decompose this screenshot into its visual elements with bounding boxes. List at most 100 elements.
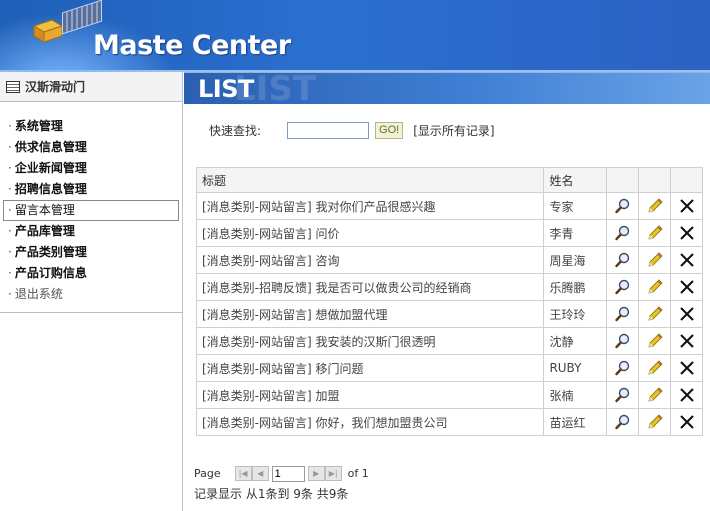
edit-button[interactable]	[638, 192, 672, 220]
sidebar-nav: · 系统管理 · 供求信息管理 · 企业新闻管理 · 招聘信息管理 · 留言本管理 · 产品…	[0, 102, 182, 305]
edit-button[interactable]	[638, 219, 672, 247]
magnifier-icon	[614, 387, 632, 403]
magnifier-icon	[614, 225, 632, 241]
x-icon	[678, 307, 696, 321]
x-icon	[678, 415, 696, 429]
sidebar-item-logout[interactable]: · 退出系统	[0, 284, 182, 305]
app-header: Maste Center	[0, 0, 710, 72]
edit-button[interactable]	[638, 246, 672, 274]
sidebar-item-categories[interactable]: · 产品类别管理	[0, 242, 182, 263]
x-icon	[678, 280, 696, 294]
table-row: [消息类别-网站留言] 移门问题 RUBY	[195, 354, 703, 382]
pencil-icon	[646, 360, 664, 375]
col-delete-header	[670, 167, 703, 193]
delete-button[interactable]	[670, 354, 703, 382]
edit-button[interactable]	[638, 327, 672, 355]
table-row: [消息类别-网站留言] 想做加盟代理 王玲玲	[195, 300, 703, 328]
page-title: LIST	[198, 75, 254, 103]
last-page-button[interactable]: ▶|	[324, 466, 342, 481]
page-label: Page	[194, 467, 221, 480]
menu-list-icon	[6, 80, 20, 93]
show-all-link[interactable]: [显示所有记录]	[413, 122, 494, 139]
view-button[interactable]	[606, 246, 640, 274]
pager: Page |◀ ◀ ▶ ▶| of 1	[194, 465, 369, 482]
message-table: 标题 姓名 [消息类别-网站留言] 我对你们产品很感兴趣 专家 [消息类别-网站留言…	[195, 167, 703, 436]
view-button[interactable]	[606, 192, 640, 220]
view-button[interactable]	[606, 300, 640, 328]
edit-button[interactable]	[638, 381, 672, 409]
row-name: 张楠	[543, 381, 608, 409]
prev-page-button[interactable]: ◀	[251, 466, 269, 481]
sidebar-item-products[interactable]: · 产品库管理	[0, 221, 182, 242]
sidebar-item-supply[interactable]: · 供求信息管理	[0, 137, 182, 158]
sidebar-divider	[0, 312, 183, 313]
sidebar-item-system[interactable]: · 系统管理	[0, 116, 182, 137]
row-name: 苗运红	[543, 408, 608, 436]
row-title[interactable]: [消息类别-网站留言] 我安装的汉斯门很透明	[195, 327, 545, 355]
table-row: [消息类别-网站留言] 咨询 周星海	[195, 246, 703, 274]
view-button[interactable]	[606, 381, 640, 409]
row-name: 沈静	[543, 327, 608, 355]
app-title: Maste Center	[93, 30, 291, 61]
sidebar-heading: 汉斯滑动门	[25, 80, 86, 94]
pencil-icon	[646, 333, 664, 348]
row-title[interactable]: [消息类别-网站留言] 我对你们产品很感兴趣	[195, 192, 545, 220]
delete-button[interactable]	[670, 219, 703, 247]
row-title[interactable]: [消息类别-网站留言] 想做加盟代理	[195, 300, 545, 328]
magnifier-icon	[614, 360, 632, 376]
delete-button[interactable]	[670, 192, 703, 220]
edit-button[interactable]	[638, 408, 672, 436]
view-button[interactable]	[606, 327, 640, 355]
delete-button[interactable]	[670, 300, 703, 328]
view-button[interactable]	[606, 273, 640, 301]
delete-button[interactable]	[670, 327, 703, 355]
sidebar-item-jobs[interactable]: · 招聘信息管理	[0, 179, 182, 200]
next-page-button[interactable]: ▶	[307, 466, 325, 481]
edit-button[interactable]	[638, 354, 672, 382]
sidebar-item-news[interactable]: · 企业新闻管理	[0, 158, 182, 179]
magnifier-icon	[614, 306, 632, 322]
row-title[interactable]: [消息类别-网站留言] 加盟	[195, 381, 545, 409]
magnifier-icon	[614, 252, 632, 268]
edit-button[interactable]	[638, 273, 672, 301]
delete-button[interactable]	[670, 381, 703, 409]
go-button[interactable]: GO!	[375, 121, 404, 139]
row-title[interactable]: [消息类别-招聘反馈] 我是否可以做贵公司的经销商	[195, 273, 545, 301]
col-name-header: 姓名	[543, 167, 608, 193]
search-input[interactable]	[287, 121, 370, 139]
row-name: 李青	[543, 219, 608, 247]
x-icon	[678, 388, 696, 402]
sidebar-item-orders[interactable]: · 产品订购信息	[0, 263, 182, 284]
delete-button[interactable]	[670, 246, 703, 274]
sidebar: 汉斯滑动门 · 系统管理 · 供求信息管理 · 企业新闻管理 · 招聘信息管理 · 留言本…	[0, 72, 183, 511]
row-name: 王玲玲	[543, 300, 608, 328]
page-of-label: of 1	[347, 467, 369, 480]
view-button[interactable]	[606, 219, 640, 247]
x-icon	[678, 226, 696, 240]
row-title[interactable]: [消息类别-网站留言] 咨询	[195, 246, 545, 274]
x-icon	[678, 361, 696, 375]
col-view-header	[606, 167, 640, 193]
row-title[interactable]: [消息类别-网站留言] 问价	[195, 219, 545, 247]
col-edit-header	[638, 167, 672, 193]
row-title[interactable]: [消息类别-网站留言] 移门问题	[195, 354, 545, 382]
row-title[interactable]: [消息类别-网站留言] 你好，我们想加盟贵公司	[195, 408, 545, 436]
table-row: [消息类别-网站留言] 你好，我们想加盟贵公司 苗运红	[195, 408, 703, 436]
row-name: 乐腾鹏	[543, 273, 608, 301]
row-name: 周星海	[543, 246, 608, 274]
pencil-icon	[646, 387, 664, 402]
delete-button[interactable]	[670, 273, 703, 301]
pencil-icon	[646, 198, 664, 213]
pencil-icon	[646, 225, 664, 240]
first-page-button[interactable]: |◀	[234, 466, 252, 481]
magnifier-icon	[614, 414, 632, 430]
delete-button[interactable]	[670, 408, 703, 436]
table-row: [消息类别-网站留言] 问价 李青	[195, 219, 703, 247]
search-label: 快速查找:	[209, 123, 262, 138]
sidebar-item-guestbook[interactable]: · 留言本管理	[3, 200, 179, 221]
view-button[interactable]	[606, 408, 640, 436]
view-button[interactable]	[606, 354, 640, 382]
page-number-input[interactable]	[271, 465, 305, 482]
edit-button[interactable]	[638, 300, 672, 328]
pencil-icon	[646, 279, 664, 294]
